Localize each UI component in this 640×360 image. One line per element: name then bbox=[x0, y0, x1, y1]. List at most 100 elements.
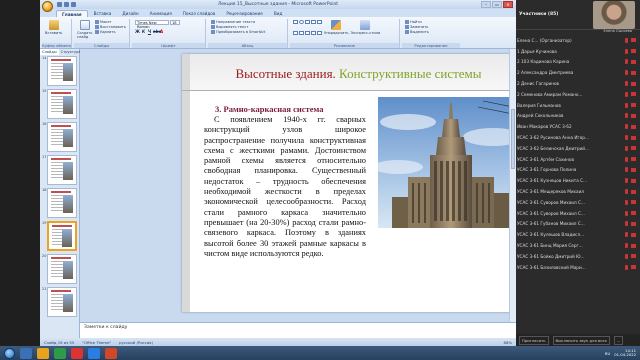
font-size-select[interactable]: 18 bbox=[170, 20, 180, 25]
invite-button[interactable]: Пригласить bbox=[519, 335, 549, 345]
replace-button[interactable]: Заменить bbox=[405, 25, 429, 29]
participant-row[interactable]: УСАС 3-61 Кулешов Владисл... bbox=[516, 229, 640, 240]
arrange-button[interactable]: Упорядочить bbox=[324, 20, 349, 41]
participants-footer: Пригласить Выключить звук для всех ... bbox=[516, 334, 640, 346]
slide-thumbnail[interactable]: 21 bbox=[42, 287, 77, 317]
participant-row[interactable]: 2 Александра Дмитриева bbox=[516, 67, 640, 78]
tab-slideshow[interactable]: Показ слайдов bbox=[178, 10, 221, 17]
slide-thumbnail[interactable]: 17 bbox=[42, 155, 77, 185]
zoom-level[interactable]: 68% bbox=[504, 340, 512, 345]
slide-body-text[interactable]: С появлением 1940-х гг. сварных конструк… bbox=[204, 115, 366, 259]
brace-shape-icon[interactable] bbox=[305, 31, 310, 35]
select-button[interactable]: Выделить bbox=[405, 30, 429, 34]
participant-row[interactable]: УСАС 3-61 Бинц Мария Серг... bbox=[516, 240, 640, 251]
arrow-shape-icon[interactable] bbox=[311, 20, 316, 24]
scrollbar-thumb[interactable] bbox=[511, 109, 515, 169]
participant-row[interactable]: 2 103 Кадинова Карина bbox=[516, 57, 640, 68]
slide-thumbnail[interactable]: 19 bbox=[42, 221, 77, 251]
textbox-shape-icon[interactable] bbox=[311, 31, 316, 35]
video-off-icon bbox=[631, 81, 636, 86]
bold-icon[interactable]: Ж bbox=[135, 29, 140, 34]
align-text-button[interactable]: Выровнять текст bbox=[211, 25, 265, 29]
participant-row[interactable]: Елена С... (Организатор) bbox=[516, 35, 640, 46]
clock[interactable]: 14:11 01.04.2022 bbox=[614, 348, 636, 358]
powerpoint-taskbar-icon[interactable] bbox=[105, 347, 117, 359]
participant-row[interactable]: УСАС 3-62 Белинская Дмитрий... bbox=[516, 143, 640, 154]
smartart-button[interactable]: Преобразовать в SmartArt bbox=[211, 30, 265, 34]
tab-animation[interactable]: Анимация bbox=[145, 10, 177, 17]
layout-button[interactable]: Макет bbox=[94, 20, 126, 24]
participant-row[interactable]: УСАС 3-61 Бойко Дмитрий Ю... bbox=[516, 251, 640, 262]
font-color-icon[interactable]: А bbox=[159, 29, 164, 34]
find-button[interactable]: Найти bbox=[405, 20, 429, 24]
office-button[interactable] bbox=[42, 1, 53, 12]
quick-styles-button[interactable]: Экспресс-стили bbox=[351, 20, 380, 41]
more-button[interactable]: ... bbox=[613, 335, 624, 345]
text-direction-button[interactable]: Направление текста bbox=[211, 20, 265, 24]
start-button[interactable] bbox=[4, 347, 15, 359]
participant-row[interactable]: УСАС 3-61 Губанов Михаил С... bbox=[516, 219, 640, 230]
muted-mic-icon bbox=[625, 124, 628, 130]
participant-row[interactable]: УСАС 3-61 Базиловский Мари... bbox=[516, 262, 640, 273]
slide-thumbnails: 14 15 16 17 18 19 20 21 bbox=[40, 55, 79, 338]
participant-row[interactable]: УСАС 3-61 Суворов Михаил С... bbox=[516, 197, 640, 208]
star-shape-icon[interactable] bbox=[299, 31, 304, 35]
tab-design[interactable]: Дизайн bbox=[117, 10, 143, 17]
participant-row[interactable]: УСАС 3-62 Русинова Анна Игор... bbox=[516, 132, 640, 143]
participants-title: Участники (85) bbox=[519, 12, 559, 17]
participant-row[interactable]: 2 Денис Гагаринов bbox=[516, 78, 640, 89]
more-shapes-icon[interactable] bbox=[317, 31, 322, 35]
participant-row[interactable]: УСАС 3-61 Артём Сахинов bbox=[516, 154, 640, 165]
language-indicator[interactable]: русский (Россия) bbox=[119, 340, 153, 345]
participant-row[interactable]: 2 Семенова Амирам Романо... bbox=[516, 89, 640, 100]
tab-review[interactable]: Рецензирование bbox=[221, 10, 268, 17]
participant-row[interactable]: УСАС 3-61 Кузнецов Никита С... bbox=[516, 175, 640, 186]
building-photo[interactable] bbox=[378, 97, 516, 228]
slide-subtitle[interactable]: 3. Рамно-каркасная система bbox=[215, 104, 324, 114]
reset-button[interactable]: Восстановить bbox=[94, 25, 126, 29]
rectangle-shape-icon[interactable] bbox=[293, 20, 298, 24]
slide-thumbnail[interactable]: 16 bbox=[42, 122, 77, 152]
smartart-icon bbox=[211, 30, 215, 34]
slide-thumbnail[interactable]: 18 bbox=[42, 188, 77, 218]
tab-home[interactable]: Главная bbox=[56, 10, 88, 17]
font-family-select[interactable]: Times New Roman bbox=[135, 20, 169, 29]
notes-area[interactable]: Заметки к слайду bbox=[80, 322, 516, 338]
line-shape-icon[interactable] bbox=[305, 20, 310, 24]
italic-icon[interactable]: К bbox=[141, 29, 146, 34]
slide-thumbnail[interactable]: 20 bbox=[42, 254, 77, 284]
oval-shape-icon[interactable] bbox=[299, 20, 304, 24]
participant-row[interactable]: 1 Дарья Кучинова bbox=[516, 46, 640, 57]
current-slide[interactable]: Высотные здания. Конструктивные системы … bbox=[182, 54, 516, 312]
slide-thumbnail[interactable]: 15 bbox=[42, 89, 77, 119]
delete-slide-button[interactable]: Удалить bbox=[94, 30, 126, 34]
strikethrough-icon[interactable]: abc bbox=[153, 29, 161, 34]
language-tray[interactable]: RU bbox=[605, 351, 610, 356]
participant-row[interactable]: УСАС 3-61 Горнова Полина bbox=[516, 165, 640, 176]
participant-row[interactable]: УСАС 3-61 Мещеряков Михаил bbox=[516, 186, 640, 197]
folder-icon[interactable] bbox=[37, 347, 49, 359]
slide-number: 21 bbox=[42, 287, 47, 291]
participant-row[interactable]: Андрей Сокольников bbox=[516, 111, 640, 122]
camera-preview[interactable] bbox=[593, 1, 635, 29]
underline-icon[interactable]: Ч bbox=[147, 29, 152, 34]
slide-title[interactable]: Высотные здания. Конструктивные системы bbox=[182, 66, 516, 82]
high-rise-building-image bbox=[378, 97, 516, 228]
shapes-gallery[interactable] bbox=[293, 20, 322, 41]
new-slide-button[interactable]: Создать слайд bbox=[77, 20, 93, 41]
mute-all-button[interactable]: Выключить звук для всех bbox=[552, 335, 610, 345]
media-player-icon[interactable] bbox=[54, 347, 66, 359]
callout-shape-icon[interactable] bbox=[293, 31, 298, 35]
participant-row[interactable]: Валерия Гильманов bbox=[516, 100, 640, 111]
tab-insert[interactable]: Вставка bbox=[89, 10, 117, 17]
vertical-scrollbar[interactable] bbox=[509, 49, 516, 322]
triangle-shape-icon[interactable] bbox=[317, 20, 322, 24]
slide-thumbnail[interactable]: 14 bbox=[42, 56, 77, 86]
tab-view[interactable]: Вид bbox=[269, 10, 288, 17]
explorer-icon[interactable] bbox=[20, 347, 32, 359]
participant-row[interactable]: УСАС 3-61 Суворов Михаил С... bbox=[516, 208, 640, 219]
participant-row[interactable]: Иван Макаров УСАС 3-62 bbox=[516, 121, 640, 132]
yandex-browser-icon[interactable] bbox=[71, 347, 83, 359]
zoom-app-icon[interactable] bbox=[88, 347, 100, 359]
paste-button[interactable]: Вставить bbox=[45, 20, 62, 41]
